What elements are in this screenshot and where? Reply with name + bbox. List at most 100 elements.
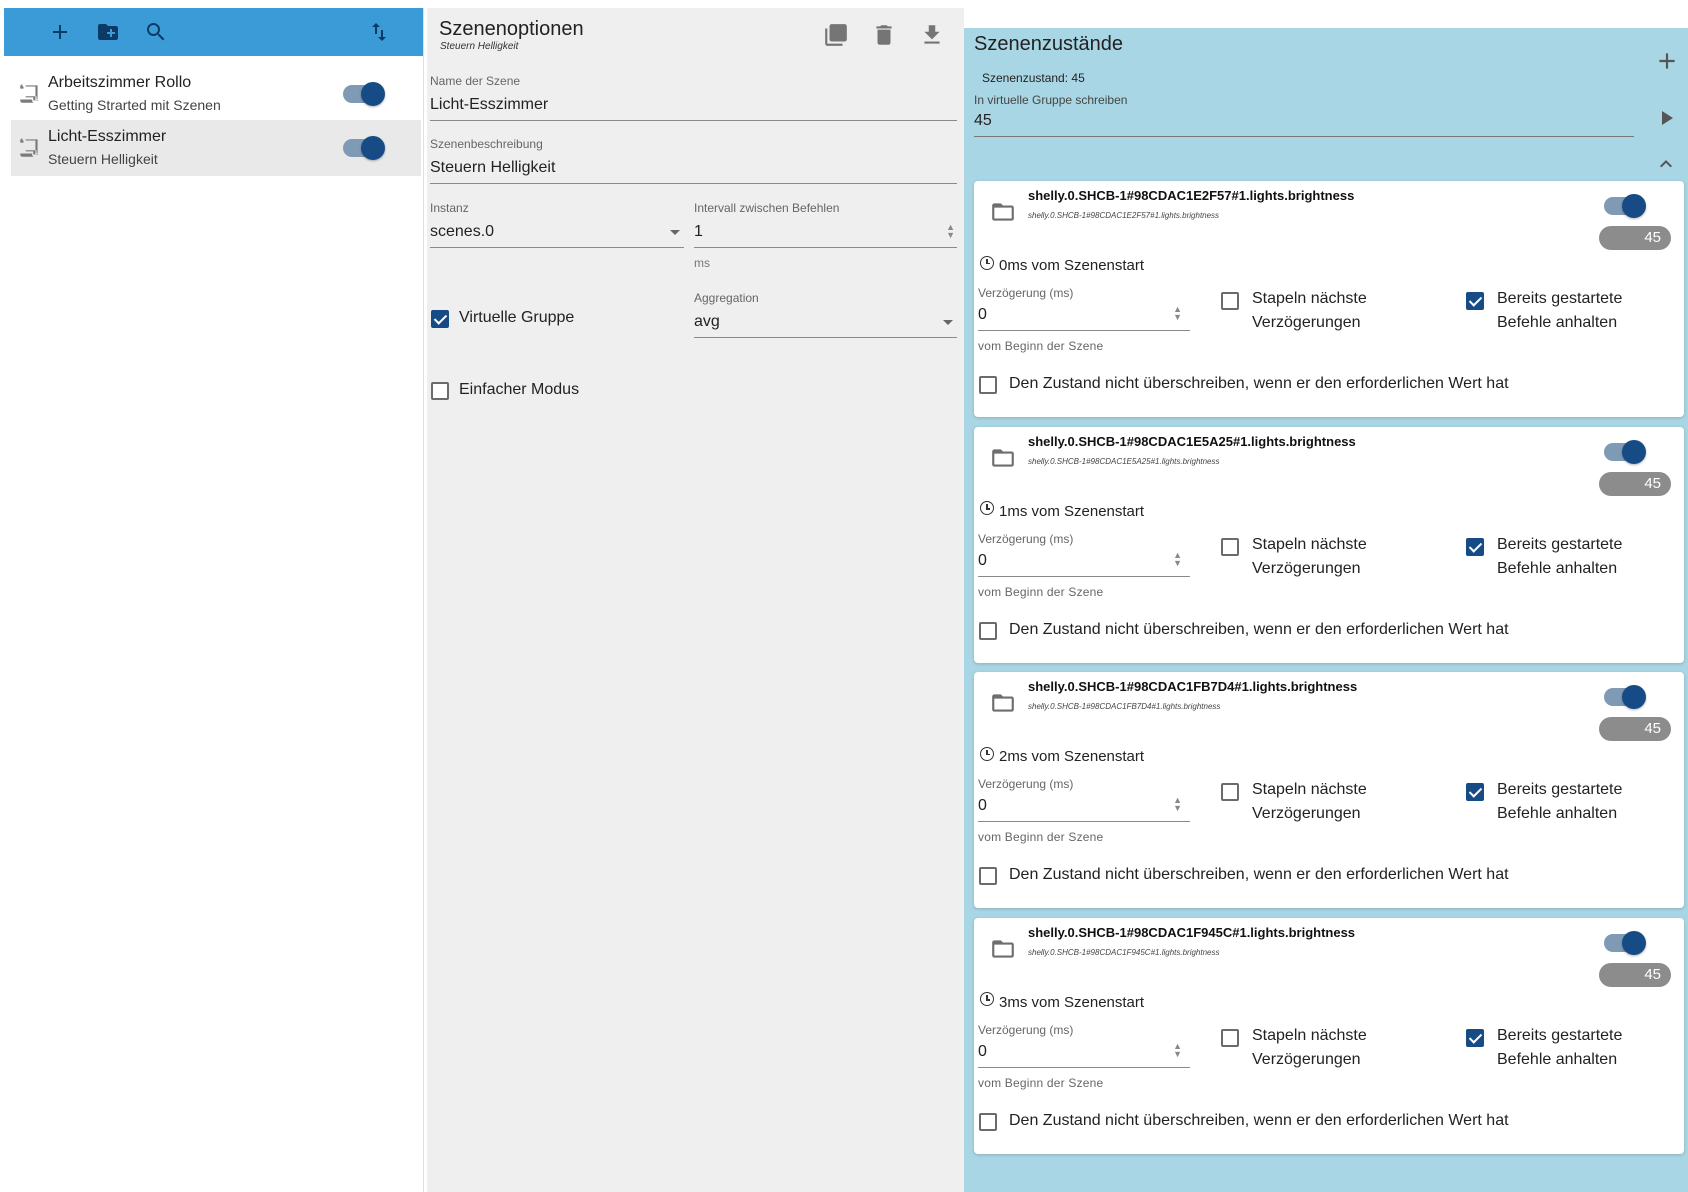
state-object-id: shelly.0.SHCB-1#98CDAC1E5A25#1.lights.br… <box>1028 456 1220 466</box>
delay-summary: 1ms vom Szenenstart <box>980 501 1144 520</box>
virtual-group-write-input[interactable]: 45 <box>974 112 1634 137</box>
states-title: Szenenzustände <box>974 33 1124 55</box>
folder-open-icon[interactable] <box>989 690 1017 716</box>
scene-title: Licht-Esszimmer <box>48 128 167 145</box>
dropdown-arrow-icon <box>943 320 953 325</box>
scene-enable-toggle[interactable] <box>343 136 385 160</box>
delay-input[interactable]: 0 ▲ ▼ <box>978 550 1190 577</box>
sort-icon <box>372 23 386 41</box>
delay-summary: 2ms vom Szenenstart <box>980 746 1144 765</box>
number-spinner-icon[interactable]: ▲ ▼ <box>946 223 955 240</box>
interval-input: 1 <box>694 223 703 240</box>
scene-description-input[interactable]: Steuern Helligkeit <box>430 159 957 184</box>
scene-enable-toggle[interactable] <box>343 82 385 106</box>
delete-icon <box>876 25 892 45</box>
delay-input[interactable]: 0 ▲ ▼ <box>978 1041 1190 1068</box>
add-folder-button[interactable] <box>84 8 132 56</box>
number-spinner-icon[interactable]: ▲ ▼ <box>1173 796 1182 813</box>
delay-label: Verzögerung (ms) <box>978 777 1074 791</box>
no-overwrite-label: Den Zustand nicht überschreiben, wenn er… <box>1009 375 1509 392</box>
no-overwrite-label: Den Zustand nicht überschreiben, wenn er… <box>1009 1111 1509 1129</box>
search-icon <box>147 23 165 41</box>
state-object-id: shelly.0.SHCB-1#98CDAC1FB7D4#1.lights.br… <box>1028 702 1221 711</box>
state-enable-toggle[interactable] <box>1604 685 1646 709</box>
simple-mode-checkbox[interactable] <box>431 382 449 400</box>
state-value-chip[interactable]: 45 <box>1599 962 1671 987</box>
scene-item-arbeitszimmer-rollo[interactable]: Arbeitszimmer Rollo Getting Strarted mit… <box>11 66 421 122</box>
number-spinner-icon[interactable]: ▲ ▼ <box>1173 1041 1182 1058</box>
add-state-button[interactable] <box>1654 48 1680 74</box>
stop-running-checkbox[interactable] <box>1466 537 1484 556</box>
scene-name-input[interactable]: Licht-Esszimmer <box>430 96 957 121</box>
export-scene-button[interactable] <box>919 22 949 52</box>
no-overwrite-label: Den Zustand nicht überschreiben, wenn er… <box>1009 620 1509 638</box>
delay-input[interactable]: 0 ▲ ▼ <box>978 305 1190 331</box>
number-spinner-icon[interactable]: ▲ ▼ <box>1173 550 1182 567</box>
state-enable-toggle[interactable] <box>1604 930 1646 955</box>
interval-field[interactable]: Intervall zwischen Befehlen 1 ▲ ▼ ms <box>694 201 957 270</box>
virtual-group-checkbox[interactable] <box>431 310 449 328</box>
number-spinner-icon[interactable]: ▲ ▼ <box>1173 305 1182 322</box>
scene-states-panel: Szenenzustände Szenenzustand: 45 In virt… <box>964 28 1688 1192</box>
folder-open-icon[interactable] <box>989 199 1017 225</box>
delay-helper: vom Beginn der Szene <box>978 830 1104 844</box>
stack-delays-checkbox[interactable] <box>1221 783 1239 801</box>
stop-running-label: Bereits gestartete Befehle anhalten <box>1497 290 1623 331</box>
add-scene-button[interactable] <box>36 8 84 56</box>
state-card: shelly.0.SHCB-1#98CDAC1F945C#1.lights.br… <box>974 917 1684 1154</box>
stop-running-checkbox[interactable] <box>1466 783 1484 801</box>
options-subtitle: Steuern Helligkeit <box>440 41 519 52</box>
copy-scene-button[interactable] <box>823 22 853 52</box>
no-overwrite-checkbox[interactable] <box>979 376 997 394</box>
aggregation-select[interactable]: Aggregation avg <box>694 291 957 338</box>
stop-running-label: Bereits gestartete Befehle anhalten <box>1497 535 1623 577</box>
state-card: shelly.0.SHCB-1#98CDAC1E2F57#1.lights.br… <box>974 181 1684 417</box>
virtual-group-label: Virtuelle Gruppe <box>459 309 575 326</box>
stop-running-label: Bereits gestartete Befehle anhalten <box>1497 781 1623 822</box>
delay-label: Verzögerung (ms) <box>978 1022 1074 1037</box>
no-overwrite-checkbox[interactable] <box>979 867 997 885</box>
state-enable-toggle[interactable] <box>1604 439 1646 464</box>
scene-name-field[interactable]: Name der Szene Licht-Esszimmer <box>430 74 957 121</box>
clock-icon <box>980 992 994 1006</box>
state-value-chip[interactable]: 45 <box>1599 471 1671 496</box>
folder-open-icon[interactable] <box>989 445 1017 471</box>
script-icon <box>17 80 43 106</box>
delay-input[interactable]: 0 ▲ ▼ <box>978 796 1190 822</box>
delay-summary: 3ms vom Szenenstart <box>980 992 1144 1011</box>
stack-delays-label: Stapeln nächste Verzögerungen <box>1252 781 1367 822</box>
delete-scene-button[interactable] <box>871 22 901 52</box>
scene-title: Arbeitszimmer Rollo <box>48 74 192 91</box>
state-object-name: shelly.0.SHCB-1#98CDAC1E5A25#1.lights.br… <box>1028 433 1356 449</box>
interval-unit: ms <box>694 256 710 270</box>
scene-state-text: Szenenzustand: 45 <box>982 71 1085 85</box>
state-value-chip[interactable]: 45 <box>1599 226 1671 250</box>
state-value-chip[interactable]: 45 <box>1599 717 1671 741</box>
stack-delays-checkbox[interactable] <box>1221 292 1239 310</box>
virtual-group-write-label: In virtuelle Gruppe schreiben <box>974 93 1128 107</box>
stack-delays-checkbox[interactable] <box>1221 537 1239 556</box>
scene-subtitle: Getting Strarted mit Szenen <box>48 97 221 113</box>
stack-delays-checkbox[interactable] <box>1221 1028 1239 1047</box>
sort-button[interactable] <box>355 8 403 56</box>
search-button[interactable] <box>132 8 180 56</box>
options-title: Szenenoptionen <box>439 18 584 40</box>
scene-item-licht-esszimmer[interactable]: Licht-Esszimmer Steuern Helligkeit <box>11 120 421 176</box>
write-button[interactable] <box>1654 106 1678 130</box>
folder-open-icon[interactable] <box>989 936 1017 962</box>
stop-running-checkbox[interactable] <box>1466 1028 1484 1047</box>
create-folder-icon <box>98 24 118 40</box>
state-object-name: shelly.0.SHCB-1#98CDAC1F945C#1.lights.br… <box>1028 924 1356 940</box>
instance-value: scenes.0 <box>430 223 495 240</box>
state-object-name: shelly.0.SHCB-1#98CDAC1FB7D4#1.lights.br… <box>1028 679 1358 694</box>
scene-description-field[interactable]: Szenenbeschreibung Steuern Helligkeit <box>430 137 957 184</box>
clock-icon <box>980 746 994 761</box>
state-enable-toggle[interactable] <box>1604 194 1646 218</box>
collapse-button[interactable] <box>1654 152 1678 176</box>
state-object-id: shelly.0.SHCB-1#98CDAC1E2F57#1.lights.br… <box>1028 211 1220 220</box>
no-overwrite-checkbox[interactable] <box>979 1112 997 1131</box>
no-overwrite-checkbox[interactable] <box>979 621 997 640</box>
instance-select[interactable]: Instanz scenes.0 <box>430 201 684 248</box>
stop-running-checkbox[interactable] <box>1466 292 1484 310</box>
no-overwrite-label: Den Zustand nicht überschreiben, wenn er… <box>1009 866 1509 883</box>
